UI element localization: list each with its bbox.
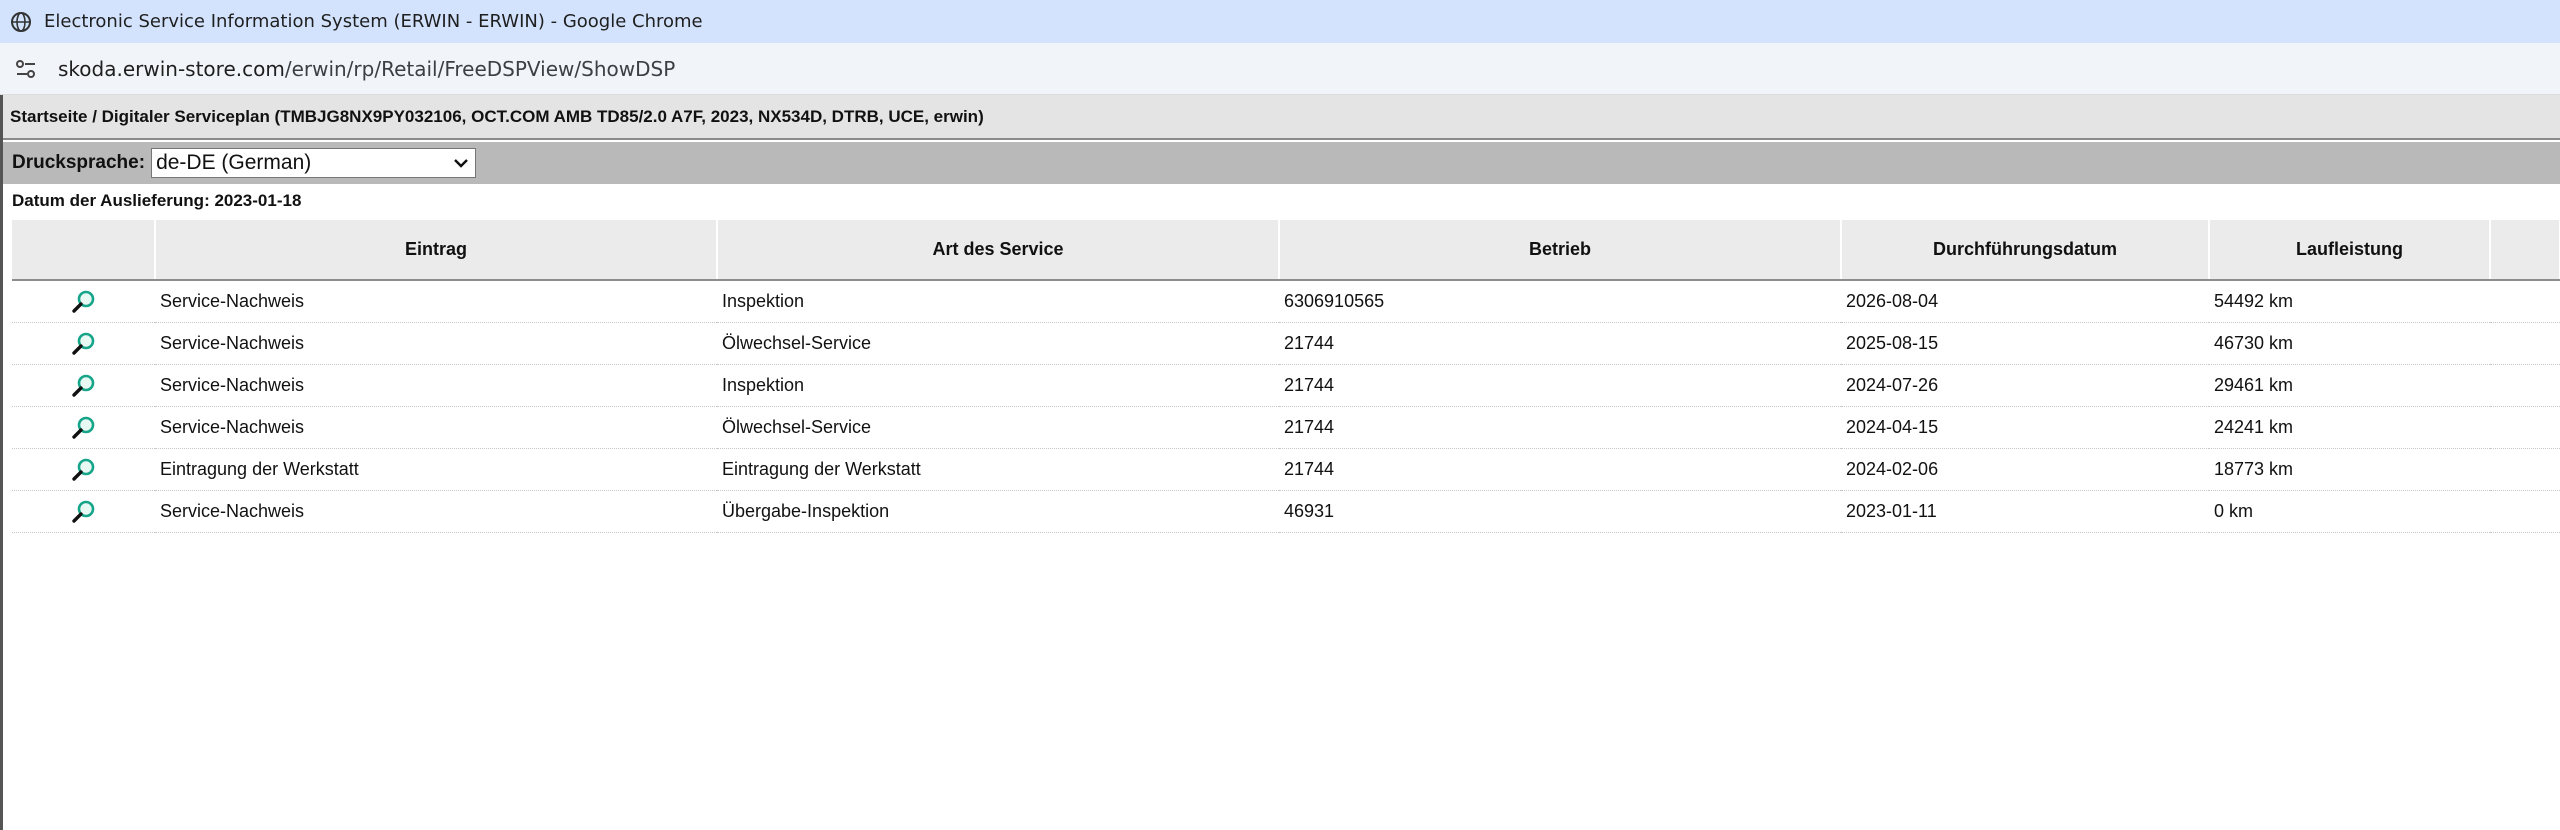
table-row: Service-Nachweis Inspektion 6306910565 2026… xyxy=(12,280,2560,323)
cell-date: 2024-04-15 xyxy=(1841,406,2209,449)
cell-entry: Eintragung der Werkstatt xyxy=(155,448,717,491)
chevron-down-icon xyxy=(453,155,469,171)
cell-mileage: 54492 km xyxy=(2209,280,2490,323)
column-header-action xyxy=(12,220,156,281)
row-action-cell xyxy=(12,448,155,491)
cell-mileage: 18773 km xyxy=(2209,448,2490,491)
print-language-select[interactable]: de-DE (German) xyxy=(151,148,477,178)
column-header-date[interactable]: Durchführungsdatum xyxy=(1841,220,2210,281)
cell-service-type: Ölwechsel-Service xyxy=(717,322,1279,365)
print-language-label: Drucksprache: xyxy=(12,152,146,173)
cell-entry: Service-Nachweis xyxy=(155,322,717,365)
cell-workshop: 21744 xyxy=(1279,448,1841,491)
cell-service-type: Übergabe-Inspektion xyxy=(717,490,1279,533)
window-title: Electronic Service Information System (E… xyxy=(44,11,703,32)
service-table: Eintrag Art des Service Betrieb Durchfüh… xyxy=(12,220,2560,533)
cell-mileage: 46730 km xyxy=(2209,322,2490,365)
table-row: Service-Nachweis Inspektion 21744 2024-07-2… xyxy=(12,364,2560,407)
magnifier-icon[interactable] xyxy=(71,331,97,357)
cell-extra xyxy=(2490,448,2560,491)
address-bar[interactable]: skoda.erwin-store.com/erwin/rp/Retail/Fr… xyxy=(0,43,2560,95)
language-bar: Drucksprache: de-DE (German) xyxy=(3,142,2560,184)
row-action-cell xyxy=(12,322,155,365)
site-settings-icon[interactable] xyxy=(14,57,38,81)
globe-icon xyxy=(10,11,32,33)
cell-extra xyxy=(2490,322,2560,365)
row-action-cell xyxy=(12,406,155,449)
cell-workshop: 21744 xyxy=(1279,322,1841,365)
cell-entry: Service-Nachweis xyxy=(155,406,717,449)
breadcrumb-text: Startseite / Digitaler Serviceplan (TMBJ… xyxy=(10,106,984,126)
cell-date: 2023-01-11 xyxy=(1841,490,2209,533)
table-header-row: Eintrag Art des Service Betrieb Durchfüh… xyxy=(12,220,2560,281)
delivery-date: Datum der Auslieferung: 2023-01-18 xyxy=(12,191,302,210)
cell-service-type: Inspektion xyxy=(717,364,1279,407)
url-text[interactable]: skoda.erwin-store.com/erwin/rp/Retail/Fr… xyxy=(58,57,675,81)
cell-date: 2024-02-06 xyxy=(1841,448,2209,491)
cell-extra xyxy=(2490,406,2560,449)
print-language-value: de-DE (German) xyxy=(156,151,312,174)
row-action-cell xyxy=(12,364,155,407)
cell-entry: Service-Nachweis xyxy=(155,490,717,533)
magnifier-icon[interactable] xyxy=(71,499,97,525)
row-action-cell xyxy=(12,490,155,533)
magnifier-icon[interactable] xyxy=(71,457,97,483)
table-row: Service-Nachweis Ölwechsel-Service 21744 20… xyxy=(12,322,2560,365)
url-path: /erwin/rp/Retail/FreeDSPView/ShowDSP xyxy=(284,56,676,81)
column-header-workshop[interactable]: Betrieb xyxy=(1279,220,1842,281)
cell-extra xyxy=(2490,280,2560,323)
url-host: skoda.erwin-store.com xyxy=(58,56,285,81)
table-row: Service-Nachweis Ölwechsel-Service 21744 20… xyxy=(12,406,2560,449)
magnifier-icon[interactable] xyxy=(71,373,97,399)
cell-workshop: 6306910565 xyxy=(1279,280,1841,323)
cell-workshop: 46931 xyxy=(1279,490,1841,533)
cell-service-type: Ölwechsel-Service xyxy=(717,406,1279,449)
column-header-service-type[interactable]: Art des Service xyxy=(717,220,1280,281)
cell-entry: Service-Nachweis xyxy=(155,364,717,407)
column-header-extra xyxy=(2490,220,2560,281)
table-row: Service-Nachweis Übergabe-Inspektion 46931… xyxy=(12,490,2560,533)
page-content: Startseite / Digitaler Serviceplan (TMBJ… xyxy=(0,95,2560,830)
window-titlebar: Electronic Service Information System (E… xyxy=(0,0,2560,43)
cell-mileage: 24241 km xyxy=(2209,406,2490,449)
cell-service-type: Eintragung der Werkstatt xyxy=(717,448,1279,491)
cell-extra xyxy=(2490,490,2560,533)
cell-mileage: 0 km xyxy=(2209,490,2490,533)
magnifier-icon[interactable] xyxy=(71,415,97,441)
cell-workshop: 21744 xyxy=(1279,364,1841,407)
cell-extra xyxy=(2490,364,2560,407)
magnifier-icon[interactable] xyxy=(71,289,97,315)
cell-workshop: 21744 xyxy=(1279,406,1841,449)
cell-entry: Service-Nachweis xyxy=(155,280,717,323)
cell-date: 2026-08-04 xyxy=(1841,280,2209,323)
cell-mileage: 29461 km xyxy=(2209,364,2490,407)
table-row: Eintragung der Werkstatt Eintragung der W… xyxy=(12,448,2560,491)
column-header-entry[interactable]: Eintrag xyxy=(155,220,718,281)
column-header-mileage[interactable]: Laufleistung xyxy=(2209,220,2491,281)
row-action-cell xyxy=(12,280,155,323)
cell-service-type: Inspektion xyxy=(717,280,1279,323)
breadcrumb: Startseite / Digitaler Serviceplan (TMBJ… xyxy=(3,95,2560,140)
cell-date: 2024-07-26 xyxy=(1841,364,2209,407)
cell-date: 2025-08-15 xyxy=(1841,322,2209,365)
